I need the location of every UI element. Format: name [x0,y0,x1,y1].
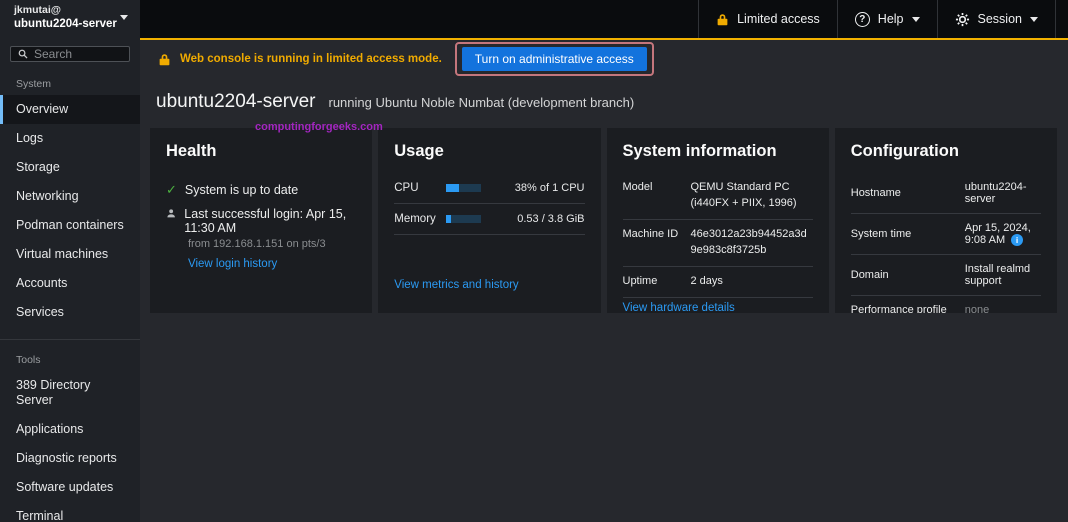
card-title: Configuration [850,142,959,160]
configuration-card: Configuration Hostname ubuntu2204-server… [834,128,1057,313]
sidebar-item-logs[interactable]: Logs [0,124,140,153]
page-title: ubuntu2204-server [156,91,316,112]
sidebar-item-podman-containers[interactable]: Podman containers [0,211,140,240]
sidebar-nav: System Overview Logs Storage Networking … [0,64,140,522]
view-metrics-and-history-link[interactable]: View metrics and history [394,279,518,291]
model-row: Model QEMU Standard PC (i440FX + PIIX, 1… [622,173,813,220]
memory-progress-bar [446,215,481,223]
sidebar-item-389-directory-server[interactable]: 389 Directory Server [0,371,140,415]
limited-access-indicator[interactable]: Limited access [698,0,837,38]
help-label: Help [877,12,904,26]
nav-section-tools: Tools 389 Directory Server Applications … [0,338,140,522]
watermark: computingforgeeks.com [255,121,383,133]
cpu-value: 38% of 1 CPU [514,182,585,194]
os-description: running Ubuntu Noble Numbat (development… [328,95,635,110]
system-time-row: System time Apr 15, 2024, 9:08 AM i [850,214,1041,256]
model-value: QEMU Standard PC (i440FX + PIIX, 1996) [690,181,797,209]
search-icon [18,49,28,59]
sidebar-item-applications[interactable]: Applications [0,415,140,444]
view-login-history-link[interactable]: View login history [188,258,356,270]
uptime-row: Uptime 2 days [622,267,813,298]
memory-label: Memory [394,213,436,225]
annotation-highlight-box: Turn on administrative access [454,42,654,76]
machine-id-value: 46e3012a23b94452a3d9e983c8f3725b [690,227,807,256]
memory-usage-row: Memory 0.53 / 3.8 GiB [394,204,585,235]
domain-label: Domain [850,269,889,282]
uptime-value: 2 days [690,274,723,287]
masthead: Limited access ? Help Session [140,0,1068,40]
sidebar-item-terminal[interactable]: Terminal [0,502,140,522]
sidebar-search[interactable] [10,45,130,62]
check-icon: ✓ [166,182,177,197]
domain-row: Domain Install realmd support [850,255,1041,297]
system-information-card: System information Model QEMU Standard P… [606,128,829,313]
user-icon [167,209,175,218]
view-hardware-details-link[interactable]: View hardware details [623,302,735,313]
lock-icon [717,13,728,25]
performance-profile-row: Performance profile none [851,296,1041,313]
sidebar-item-overview[interactable]: Overview [0,94,140,124]
nav-section-system: System Overview Logs Storage Networking … [0,64,140,327]
overview-cards: Health ✓ System is up to date Last succe… [140,128,1068,313]
host-switcher[interactable]: jkmutai@ ubuntu2204-server [0,0,140,36]
machine-id-label: Machine ID [622,227,679,240]
limited-access-label: Limited access [737,12,820,26]
banner-message: Web console is running in limited access… [180,53,442,65]
cockpit-app: jkmutai@ ubuntu2204-server System Overvi… [0,0,1068,522]
turn-on-administrative-access-button[interactable]: Turn on administrative access [461,47,647,71]
sidebar-item-networking[interactable]: Networking [0,182,140,211]
domain-value[interactable]: Install realmd support [965,263,1041,287]
health-card: Health ✓ System is up to date Last succe… [150,128,373,313]
cpu-label: CPU [394,182,419,194]
nav-section-label: System [16,77,52,90]
host-name: ubuntu2204-server [14,18,117,31]
sidebar: jkmutai@ ubuntu2204-server System Overvi… [0,0,140,522]
card-title: System information [622,142,777,160]
performance-profile-value: none [964,304,990,313]
gear-icon [955,12,969,26]
session-label: Session [977,12,1022,26]
chevron-down-icon [120,15,128,21]
hostname-label: Hostname [850,187,901,199]
memory-value: 0.53 / 3.8 GiB [517,213,585,225]
lock-icon [159,53,170,65]
nav-section-label: Tools [16,353,41,366]
search-input[interactable] [34,46,122,61]
limited-access-banner: Web console is running in limited access… [140,40,1068,78]
last-login-text: Last successful login: Apr 15, 11:30 AM [184,207,347,235]
sidebar-item-accounts[interactable]: Accounts [0,269,140,298]
chevron-down-icon [911,16,920,22]
cpu-usage-row: CPU 38% of 1 CPU [394,173,585,204]
cpu-progress-bar [446,184,481,192]
last-login-detail: from 192.168.1.151 on pts/3 [188,238,326,250]
card-title: Health [166,142,217,160]
hostname-value: ubuntu2204-server [964,181,1027,205]
sidebar-item-services[interactable]: Services [0,298,140,327]
card-title: Usage [394,142,444,160]
info-icon[interactable]: i [1011,234,1024,247]
uptime-label: Uptime [622,274,658,287]
hostname-row: Hostname ubuntu2204-server [850,173,1041,214]
machine-id-row: Machine ID 46e3012a23b94452a3d9e983c8f37… [622,220,813,267]
sidebar-item-diagnostic-reports[interactable]: Diagnostic reports [0,444,140,473]
help-icon: ? [854,11,870,27]
usage-card: Usage CPU 38% of 1 CPU Memory 0.53 / 3.8… [378,128,601,313]
system-time-label: System time [850,228,912,241]
session-menu[interactable]: Session [936,0,1056,38]
chevron-down-icon [1030,16,1038,22]
main-area: Limited access ? Help Session Web consol… [140,0,1068,522]
performance-profile-label: Performance profile [850,304,947,313]
logged-in-user: jkmutai@ [14,4,61,16]
help-menu[interactable]: ? Help [836,0,937,38]
sidebar-item-virtual-machines[interactable]: Virtual machines [0,240,140,269]
model-label: Model [622,181,653,193]
sidebar-item-storage[interactable]: Storage [0,153,140,182]
system-up-to-date-text: System is up to date [184,183,299,197]
sidebar-item-software-updates[interactable]: Software updates [0,473,140,502]
